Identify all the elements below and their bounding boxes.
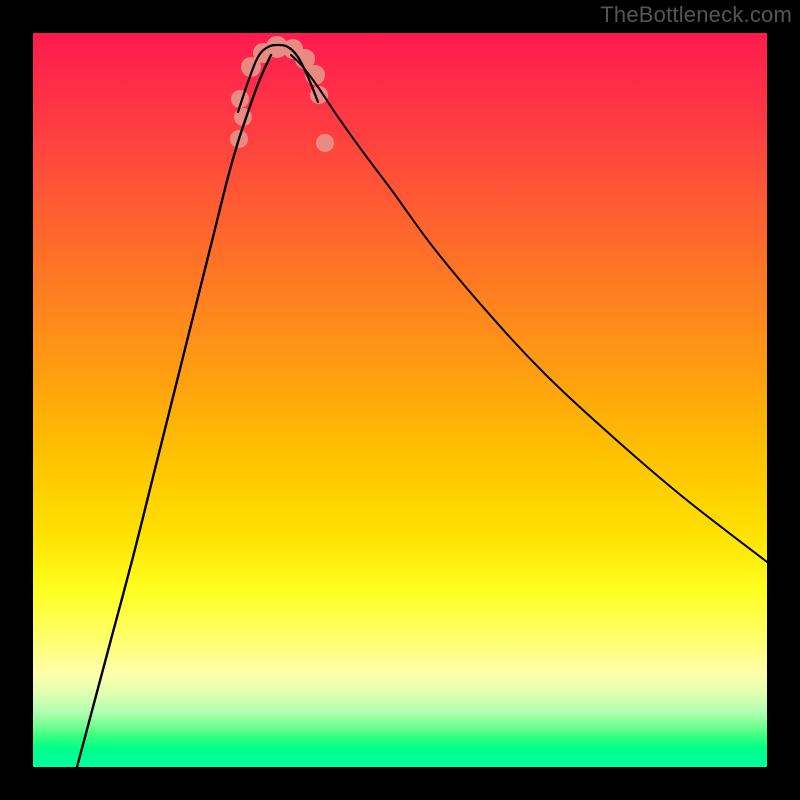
- curve-left-branch: [77, 55, 271, 767]
- curve-right-branch: [291, 55, 767, 562]
- curve-layer: [33, 33, 767, 767]
- chart-frame: TheBottleneck.com: [0, 0, 800, 800]
- highlight-markers: [230, 36, 334, 152]
- plot-area: [33, 33, 767, 767]
- highlight-dot: [316, 134, 334, 152]
- watermark-text: TheBottleneck.com: [600, 2, 792, 28]
